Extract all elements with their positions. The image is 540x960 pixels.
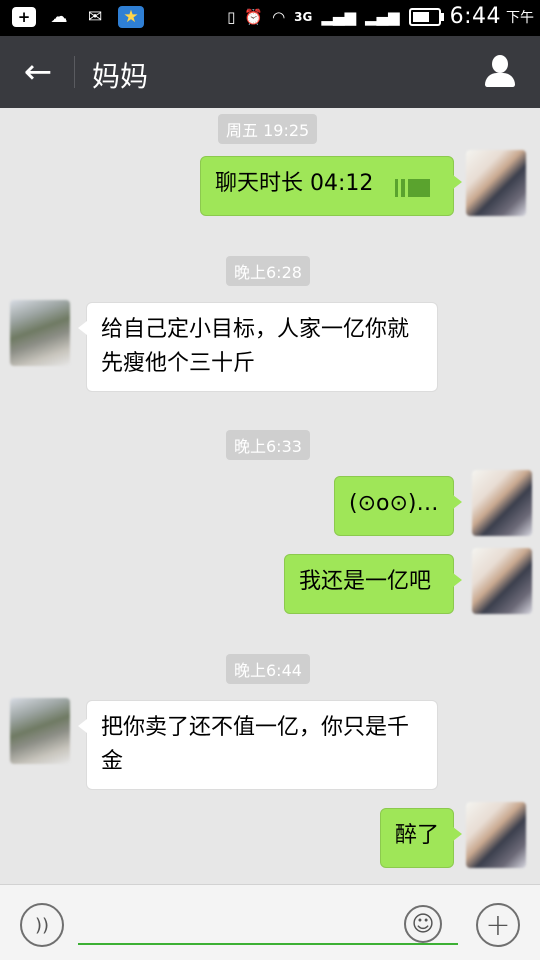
incoming-message-bubble[interactable]: 给自己定小目标，人家一亿你就先瘦他个三十斤 xyxy=(78,302,438,392)
message-text: 醉了 xyxy=(395,823,440,848)
message-text: 聊天时长 04:12 xyxy=(215,171,374,196)
battery-icon xyxy=(408,7,444,26)
person-icon[interactable] xyxy=(482,53,518,89)
my-avatar[interactable] xyxy=(472,470,532,536)
text-input[interactable] xyxy=(78,943,458,945)
message-text: 给自己定小目标，人家一亿你就先瘦他个三十斤 xyxy=(101,317,410,376)
message-list[interactable]: 周五 19:25 聊天时长 04:12 晚上6:28 给自己定小目标，人家一亿你… xyxy=(0,108,540,884)
alarm-icon: ⏰ xyxy=(244,7,264,26)
my-avatar[interactable] xyxy=(466,150,526,216)
incoming-message-bubble[interactable]: 把你卖了还不值一亿，你只是千金 xyxy=(78,700,438,790)
emoji-icon[interactable]: ☺ xyxy=(404,905,442,943)
message-text: (⊙o⊙)… xyxy=(349,491,439,516)
back-arrow-icon[interactable]: ← xyxy=(20,52,56,92)
chat-header: ← 妈妈 xyxy=(0,36,540,108)
header-divider xyxy=(74,56,75,88)
contact-avatar[interactable] xyxy=(10,300,70,366)
voice-toggle-icon[interactable]: )) xyxy=(20,903,64,947)
voice-call-icon xyxy=(395,179,431,197)
notification-icons: + ☁ ✉ ★ xyxy=(12,6,144,28)
message-text: 把你卖了还不值一亿，你只是千金 xyxy=(101,715,410,774)
vibrate-icon: ▯ xyxy=(227,7,236,26)
wifi-icon: ◠ xyxy=(272,7,286,26)
app-notification-icon: ✉ xyxy=(87,7,103,27)
clock-time: 6:44 xyxy=(449,4,501,29)
network-type-label: 3G xyxy=(294,9,313,24)
timestamp: 晚上6:33 xyxy=(226,430,310,460)
timestamp: 周五 19:25 xyxy=(218,114,318,144)
chat-title: 妈妈 xyxy=(92,60,149,93)
clock-ampm: 下午 xyxy=(506,9,534,26)
signal-2-icon: ▂▄▆ xyxy=(364,7,400,26)
my-avatar[interactable] xyxy=(472,548,532,614)
star-app-icon: ★ xyxy=(118,6,144,28)
message-notification-icon: + xyxy=(12,7,36,27)
timestamp: 晚上6:44 xyxy=(226,654,310,684)
system-icons: ▯ ⏰ ◠ 3G ▂▄▆ ▂▄▆ 6:44 下午 xyxy=(227,4,534,29)
status-bar: + ☁ ✉ ★ ▯ ⏰ ◠ 3G ▂▄▆ ▂▄▆ 6:44 下午 xyxy=(0,0,540,36)
contact-avatar[interactable] xyxy=(10,698,70,764)
weather-cloud-icon: ☁ xyxy=(50,7,68,27)
signal-icon: ▂▄▆ xyxy=(321,7,356,26)
timestamp: 晚上6:28 xyxy=(226,256,310,286)
my-avatar[interactable] xyxy=(466,802,526,868)
message-text: 我还是一亿吧 xyxy=(299,569,432,594)
outgoing-message-bubble[interactable]: 醉了 xyxy=(380,808,462,868)
outgoing-message-bubble[interactable]: (⊙o⊙)… xyxy=(334,476,462,536)
plus-icon[interactable]: + xyxy=(476,903,520,947)
outgoing-message-bubble[interactable]: 聊天时长 04:12 xyxy=(200,156,462,216)
input-bar: )) ☺ + xyxy=(0,884,540,960)
outgoing-message-bubble[interactable]: 我还是一亿吧 xyxy=(284,554,462,614)
